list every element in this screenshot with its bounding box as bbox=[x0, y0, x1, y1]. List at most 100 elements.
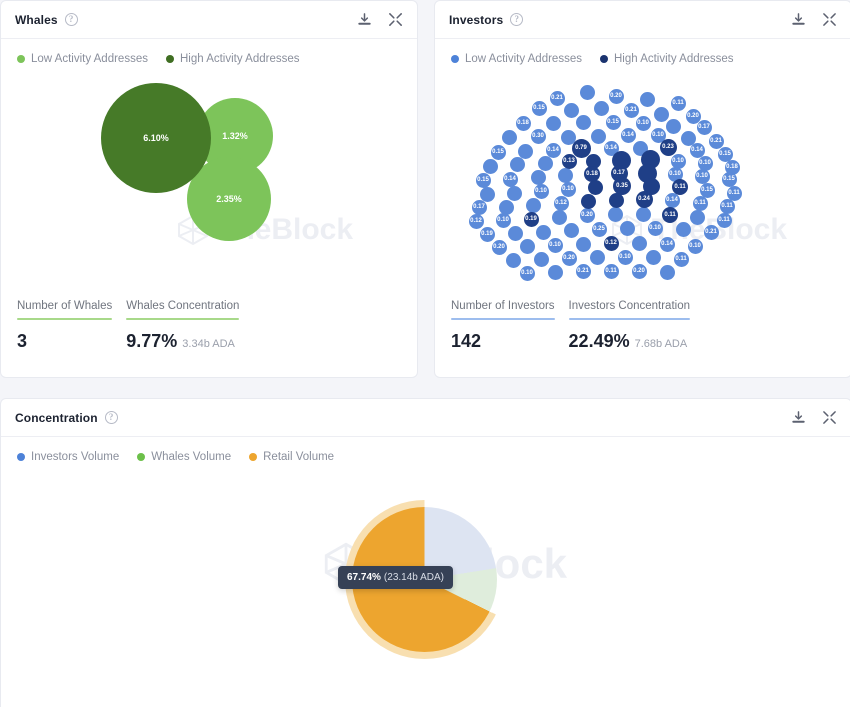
legend-item-investors-volume[interactable]: Investors Volume bbox=[17, 451, 119, 463]
investors-bubble[interactable] bbox=[482, 158, 498, 174]
investors-bubble[interactable] bbox=[575, 114, 591, 130]
investors-bubble[interactable] bbox=[608, 192, 624, 208]
investors-bubble[interactable] bbox=[575, 236, 591, 252]
investors-bubble[interactable]: 0.17 bbox=[696, 119, 712, 135]
investors-bubble[interactable] bbox=[631, 235, 647, 251]
investors-bubble[interactable]: 0.11 bbox=[670, 95, 686, 111]
investors-bubble[interactable]: 0.25 bbox=[591, 221, 607, 237]
investors-bubble[interactable]: 0.20 bbox=[561, 250, 577, 266]
investors-bubble[interactable] bbox=[509, 156, 525, 172]
investors-bubble[interactable]: 0.10 bbox=[495, 212, 511, 228]
investors-bubble[interactable] bbox=[619, 220, 635, 236]
expand-icon[interactable] bbox=[388, 12, 403, 27]
investors-bubble[interactable]: 0.18 bbox=[515, 115, 531, 131]
investors-bubble[interactable] bbox=[653, 106, 669, 122]
investors-bubble[interactable]: 0.15 bbox=[605, 114, 621, 130]
investors-bubble[interactable] bbox=[517, 143, 533, 159]
help-icon[interactable]: ? bbox=[64, 13, 78, 26]
investors-bubble[interactable]: 0.21 bbox=[575, 263, 591, 279]
investors-bubble[interactable] bbox=[563, 102, 579, 118]
investors-bubble[interactable]: 0.11 bbox=[719, 198, 735, 214]
investors-bubble[interactable]: 0.15 bbox=[531, 100, 547, 116]
investors-bubble[interactable] bbox=[589, 249, 605, 265]
investors-bubble[interactable]: 0.14 bbox=[659, 236, 675, 252]
investors-bubble[interactable]: 0.12 bbox=[553, 195, 569, 211]
investors-bubble[interactable]: 0.20 bbox=[491, 239, 507, 255]
investors-bubble[interactable]: 0.15 bbox=[475, 172, 491, 188]
investors-bubble[interactable]: 0.15 bbox=[721, 171, 737, 187]
investors-bubble[interactable] bbox=[563, 222, 579, 238]
legend-item-high-activity[interactable]: High Activity Addresses bbox=[165, 53, 300, 65]
investors-bubble[interactable]: 0.11 bbox=[603, 263, 619, 279]
investors-bubble[interactable]: 0.21 bbox=[703, 224, 719, 240]
investors-bubble[interactable]: 0.12 bbox=[468, 213, 484, 229]
investors-bubble[interactable]: 0.10 bbox=[533, 183, 549, 199]
whales-bubble[interactable]: 6.10% bbox=[101, 83, 211, 193]
expand-icon[interactable] bbox=[822, 410, 837, 425]
investors-bubble[interactable]: 0.19 bbox=[523, 211, 539, 227]
investors-bubble[interactable] bbox=[579, 84, 595, 100]
investors-bubble[interactable]: 0.14 bbox=[620, 127, 636, 143]
expand-icon[interactable] bbox=[822, 12, 837, 27]
investors-bubble[interactable]: 0.10 bbox=[519, 265, 535, 281]
investors-bubble[interactable] bbox=[525, 197, 541, 213]
investors-bubble[interactable]: 0.23 bbox=[659, 138, 677, 156]
investors-bubble[interactable] bbox=[530, 169, 546, 185]
investors-bubble[interactable]: 0.21 bbox=[623, 102, 639, 118]
investors-bubble[interactable]: 0.11 bbox=[692, 195, 708, 211]
investors-bubble[interactable] bbox=[689, 209, 705, 225]
investors-bubble[interactable] bbox=[557, 167, 573, 183]
legend-item-high-activity[interactable]: High Activity Addresses bbox=[599, 53, 734, 65]
download-icon[interactable] bbox=[791, 12, 806, 27]
investors-bubble[interactable]: 0.30 bbox=[530, 128, 546, 144]
investors-bubble[interactable]: 0.11 bbox=[716, 212, 732, 228]
investors-bubble[interactable] bbox=[545, 115, 561, 131]
investors-bubble[interactable] bbox=[537, 155, 553, 171]
investors-bubble[interactable] bbox=[507, 225, 523, 241]
investors-bubble[interactable]: 0.15 bbox=[490, 144, 506, 160]
investors-bubble[interactable] bbox=[551, 209, 567, 225]
investors-bubble[interactable] bbox=[593, 100, 609, 116]
investors-bubble[interactable]: 0.10 bbox=[687, 238, 703, 254]
investors-bubble[interactable]: 0.10 bbox=[617, 249, 633, 265]
help-icon[interactable]: ? bbox=[510, 13, 524, 26]
investors-bubble[interactable]: 0.14 bbox=[545, 142, 561, 158]
investors-bubble[interactable] bbox=[535, 224, 551, 240]
investors-bubble[interactable] bbox=[590, 128, 606, 144]
investors-bubble[interactable]: 0.10 bbox=[635, 115, 651, 131]
investors-bubble[interactable]: 0.11 bbox=[662, 207, 678, 223]
legend-item-whales-volume[interactable]: Whales Volume bbox=[137, 451, 231, 463]
investors-bubble[interactable]: 0.11 bbox=[672, 179, 688, 195]
legend-item-low-activity[interactable]: Low Activity Addresses bbox=[451, 53, 582, 65]
investors-bubble[interactable] bbox=[479, 186, 495, 202]
investors-bubble[interactable] bbox=[505, 252, 521, 268]
investors-bubble[interactable]: 0.10 bbox=[694, 168, 710, 184]
investors-bubble[interactable]: 0.14 bbox=[502, 171, 518, 187]
investors-bubble[interactable]: 0.17 bbox=[471, 199, 487, 215]
investors-bubble[interactable] bbox=[533, 251, 549, 267]
investors-bubble[interactable]: 0.20 bbox=[608, 88, 624, 104]
investors-bubble[interactable]: 0.11 bbox=[673, 251, 689, 267]
investors-bubble[interactable]: 0.19 bbox=[479, 226, 495, 242]
investors-bubble[interactable] bbox=[519, 238, 535, 254]
investors-bubble[interactable] bbox=[635, 206, 651, 222]
investors-bubble[interactable] bbox=[580, 193, 596, 209]
investors-bubble[interactable] bbox=[659, 264, 675, 280]
investors-bubble[interactable]: 0.10 bbox=[560, 181, 576, 197]
investors-bubble[interactable] bbox=[665, 118, 681, 134]
investors-bubble[interactable]: 0.14 bbox=[689, 142, 705, 158]
investors-bubble[interactable] bbox=[607, 206, 623, 222]
investors-bubble[interactable] bbox=[639, 91, 655, 107]
download-icon[interactable] bbox=[357, 12, 372, 27]
investors-bubble[interactable]: 0.20 bbox=[579, 207, 595, 223]
investors-bubble[interactable] bbox=[587, 179, 603, 195]
investors-bubble[interactable] bbox=[501, 129, 517, 145]
investors-bubble[interactable]: 0.24 bbox=[635, 190, 653, 208]
investors-bubble[interactable]: 0.21 bbox=[708, 133, 724, 149]
investors-bubble[interactable]: 0.10 bbox=[647, 220, 663, 236]
investors-bubble[interactable] bbox=[645, 249, 661, 265]
investors-bubble[interactable] bbox=[675, 221, 691, 237]
investors-bubble[interactable]: 0.21 bbox=[549, 90, 565, 106]
legend-item-low-activity[interactable]: Low Activity Addresses bbox=[17, 53, 148, 65]
help-icon[interactable]: ? bbox=[104, 411, 118, 424]
